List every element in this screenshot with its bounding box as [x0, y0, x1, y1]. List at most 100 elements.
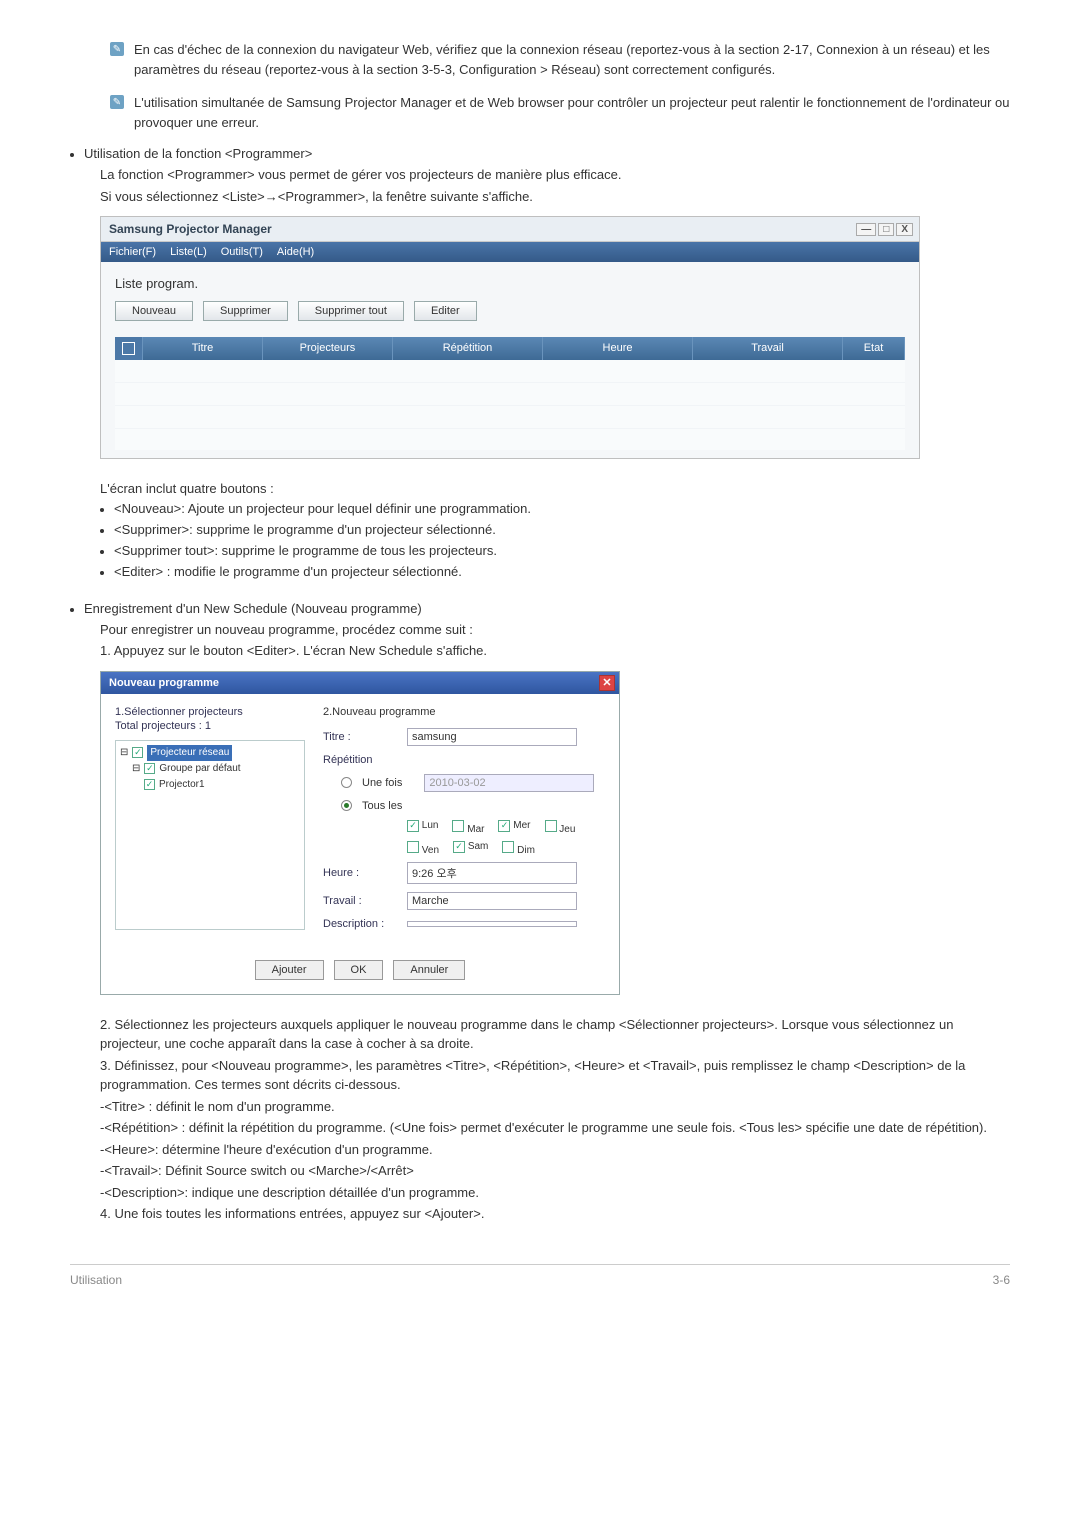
input-date-disabled: 2010-03-02	[424, 774, 594, 792]
select-projectors-header: 1.Sélectionner projecteurs	[115, 706, 305, 718]
supprimer-button[interactable]: Supprimer	[203, 301, 288, 321]
after2-p2: 2. Sélectionnez les projecteurs auxquels…	[100, 1015, 1010, 1054]
after1-item2: <Supprimer tout>: supprime le programme …	[114, 543, 497, 558]
chk-lun[interactable]: ✓	[407, 820, 419, 832]
after1-item: <Nouveau>: Ajoute un projecteur pour leq…	[100, 501, 1010, 516]
section2-p1: Pour enregistrer un nouveau programme, p…	[100, 620, 1010, 640]
after1-lead: L'écran inclut quatre boutons :	[100, 479, 1010, 499]
new-program-header: 2.Nouveau programme	[323, 706, 605, 718]
tree-item-group[interactable]: Groupe par défaut	[159, 761, 240, 777]
section-heading-row: Utilisation de la fonction <Programmer>	[70, 146, 1010, 161]
after2-dheure: -<Heure>: détermine l'heure d'exécution …	[100, 1140, 1010, 1160]
dialog-title-bar: Nouveau programme ✕	[101, 672, 619, 694]
window-title: Samsung Projector Manager	[109, 222, 272, 236]
projector-tree[interactable]: ⊟✓Projecteur réseau ⊟✓Groupe par défaut …	[115, 740, 305, 930]
radio-une-fois-label: Une fois	[362, 777, 402, 789]
bullet-icon	[100, 550, 104, 554]
chk-sam[interactable]: ✓	[453, 841, 465, 853]
close-icon[interactable]: X	[896, 223, 913, 236]
maximize-icon[interactable]: □	[878, 223, 894, 236]
col-travail: Travail	[693, 337, 843, 360]
after1-item: <Supprimer tout>: supprime le programme …	[100, 543, 1010, 558]
chk-mer[interactable]: ✓	[498, 820, 510, 832]
after2-drep: -<Répétition> : définit la répétition du…	[100, 1118, 1010, 1138]
figure-nouveau-programme: Nouveau programme ✕ 1.Sélectionner proje…	[100, 671, 620, 995]
chk-dim[interactable]	[502, 841, 514, 853]
radio-tous-les-label: Tous les	[362, 800, 402, 812]
after1-item: <Supprimer>: supprime le programme d'un …	[100, 522, 1010, 537]
menu-aide[interactable]: Aide(H)	[277, 246, 314, 258]
note-text: En cas d'échec de la connexion du naviga…	[134, 40, 1010, 79]
section1-title: Utilisation de la fonction <Programmer>	[84, 146, 312, 161]
col-projecteurs: Projecteurs	[263, 337, 393, 360]
bullet-icon	[100, 529, 104, 533]
tree-item-network[interactable]: Projecteur réseau	[147, 745, 232, 761]
label-travail: Travail :	[323, 895, 401, 907]
menu-liste[interactable]: Liste(L)	[170, 246, 207, 258]
section1-p2: Si vous sélectionnez <Liste>→<Programmer…	[100, 187, 1010, 207]
section2-p2: 1. Appuyez sur le bouton <Editer>. L'écr…	[100, 641, 1010, 661]
section2-title: Enregistrement d'un New Schedule (Nouvea…	[84, 601, 422, 616]
label-heure: Heure :	[323, 867, 401, 879]
radio-une-fois[interactable]	[341, 777, 352, 788]
section1-p1: La fonction <Programmer> vous permet de …	[100, 165, 1010, 185]
note-text: L'utilisation simultanée de Samsung Proj…	[134, 93, 1010, 132]
ajouter-button[interactable]: Ajouter	[255, 960, 324, 980]
supprimer-tout-button[interactable]: Supprimer tout	[298, 301, 404, 321]
note-1: ✎ En cas d'échec de la connexion du navi…	[110, 40, 1010, 79]
after2-dtitre: -<Titre> : définit le nom d'un programme…	[100, 1097, 1010, 1117]
bullet-icon	[70, 153, 74, 157]
page-footer: Utilisation 3-6	[70, 1264, 1010, 1287]
dialog-title: Nouveau programme	[109, 677, 219, 689]
col-titre: Titre	[143, 337, 263, 360]
section2-heading-row: Enregistrement d'un New Schedule (Nouvea…	[70, 601, 1010, 616]
label-repetition: Répétition	[323, 754, 401, 766]
ok-button[interactable]: OK	[334, 960, 384, 980]
header-checkbox[interactable]	[115, 337, 143, 360]
footer-left: Utilisation	[70, 1273, 122, 1287]
list-program-label: Liste program.	[115, 276, 905, 291]
info-icon: ✎	[110, 95, 124, 109]
after1-item0: <Nouveau>: Ajoute un projecteur pour leq…	[114, 501, 531, 516]
annuler-button[interactable]: Annuler	[393, 960, 465, 980]
note-2: ✎ L'utilisation simultanée de Samsung Pr…	[110, 93, 1010, 132]
table-header: Titre Projecteurs Répétition Heure Trava…	[115, 337, 905, 360]
total-projectors-label: Total projecteurs : 1	[115, 720, 305, 732]
bullet-icon	[100, 571, 104, 575]
col-heure: Heure	[543, 337, 693, 360]
chk-ven[interactable]	[407, 841, 419, 853]
after1-item3: <Editer> : modifie le programme d'un pro…	[114, 564, 462, 579]
input-heure[interactable]: 9:26 오후	[407, 862, 577, 884]
menu-outils[interactable]: Outils(T)	[221, 246, 263, 258]
window-title-bar: Samsung Projector Manager — □ X	[101, 217, 919, 242]
footer-right: 3-6	[993, 1273, 1010, 1287]
tree-item-projector1[interactable]: Projector1	[159, 777, 205, 793]
radio-tous-les[interactable]	[341, 800, 352, 811]
nouveau-button[interactable]: Nouveau	[115, 301, 193, 321]
bullet-icon	[100, 508, 104, 512]
minimize-icon[interactable]: —	[856, 223, 876, 236]
menu-bar: Fichier(F) Liste(L) Outils(T) Aide(H)	[101, 242, 919, 262]
col-etat: Etat	[843, 337, 905, 360]
col-repetition: Répétition	[393, 337, 543, 360]
close-icon[interactable]: ✕	[599, 675, 615, 691]
after2-dtrav: -<Travail>: Définit Source switch ou <Ma…	[100, 1161, 1010, 1181]
chk-jeu[interactable]	[545, 820, 557, 832]
after1-item1: <Supprimer>: supprime le programme d'un …	[114, 522, 496, 537]
figure-projector-manager: Samsung Projector Manager — □ X Fichier(…	[100, 216, 920, 459]
chk-mar[interactable]	[452, 820, 464, 832]
after2-p4: 4. Une fois toutes les informations entr…	[100, 1204, 1010, 1224]
table-body-empty	[115, 360, 905, 450]
bullet-icon	[70, 608, 74, 612]
editer-button[interactable]: Editer	[414, 301, 477, 321]
label-description: Description :	[323, 918, 401, 930]
after1-item: <Editer> : modifie le programme d'un pro…	[100, 564, 1010, 579]
after2-ddesc: -<Description>: indique une description …	[100, 1183, 1010, 1203]
input-titre[interactable]: samsung	[407, 728, 577, 746]
label-titre: Titre :	[323, 731, 401, 743]
after2-p3: 3. Définissez, pour <Nouveau programme>,…	[100, 1056, 1010, 1095]
menu-fichier[interactable]: Fichier(F)	[109, 246, 156, 258]
select-travail[interactable]: Marche	[407, 892, 577, 910]
info-icon: ✎	[110, 42, 124, 56]
input-description[interactable]	[407, 921, 577, 927]
